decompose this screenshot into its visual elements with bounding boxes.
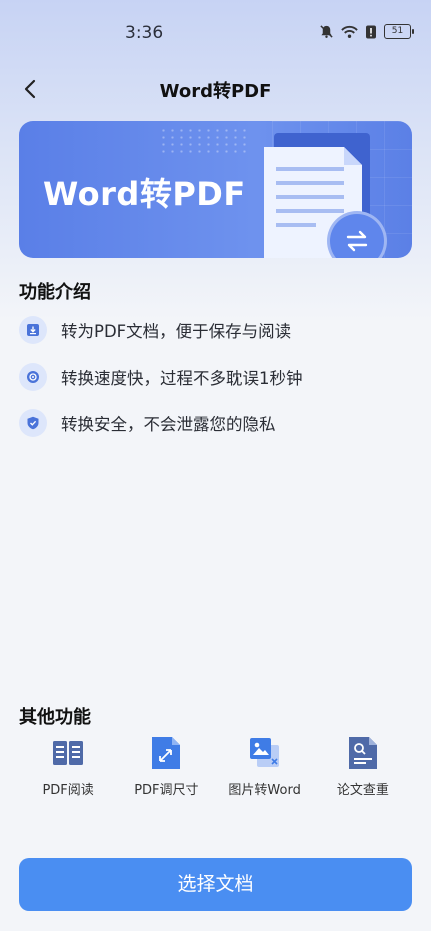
feature-item: 转换安全，不会泄露您的隐私 [19, 409, 276, 437]
func-image-to-word[interactable]: 图片转Word [216, 736, 314, 798]
func-pdf-reader[interactable]: PDF阅读 [19, 736, 117, 798]
image-to-word-icon [248, 736, 282, 770]
features-title: 功能介绍 [19, 282, 91, 303]
banner-title: Word转PDF [43, 175, 246, 213]
other-functions-title: 其他功能 [19, 707, 91, 728]
download-icon [19, 316, 47, 344]
swap-arrows-icon [346, 230, 368, 252]
banner-dot-pattern [159, 127, 249, 155]
status-icons: 51 [319, 24, 414, 39]
battery-indicator: 51 [384, 24, 414, 39]
other-functions-grid: PDF阅读 PDF调尺寸 图片转Word 论文查重 [19, 736, 412, 798]
page-title: Word转PDF [159, 81, 272, 102]
feature-item: 转换速度快，过程不多耽误1秒钟 [19, 363, 303, 391]
mute-bell-icon [320, 25, 333, 38]
paper-check-icon [346, 736, 380, 770]
feature-text: 转为PDF文档，便于保存与阅读 [61, 322, 292, 341]
func-label: 图片转Word [228, 783, 301, 798]
feature-text: 转换速度快，过程不多耽误1秒钟 [61, 369, 303, 388]
status-time: 3:36 [125, 23, 164, 43]
feature-banner: Word转PDF [19, 121, 412, 258]
select-document-button[interactable]: 选择文档 [19, 858, 412, 911]
feature-text: 转换安全，不会泄露您的隐私 [61, 415, 276, 434]
func-paper-check[interactable]: 论文查重 [314, 736, 412, 798]
book-icon [51, 736, 85, 770]
resize-icon [149, 736, 183, 770]
shield-icon [19, 409, 47, 437]
func-pdf-resize[interactable]: PDF调尺寸 [117, 736, 215, 798]
wifi-icon [341, 25, 358, 38]
status-bar: 3:36 51 [0, 0, 431, 66]
func-label: PDF阅读 [42, 783, 94, 798]
speed-icon [19, 363, 47, 391]
func-label: 论文查重 [336, 783, 389, 798]
func-label: PDF调尺寸 [134, 783, 199, 798]
feature-item: 转为PDF文档，便于保存与阅读 [19, 316, 291, 344]
alert-icon [366, 25, 376, 38]
app-header: Word转PDF [0, 66, 431, 110]
